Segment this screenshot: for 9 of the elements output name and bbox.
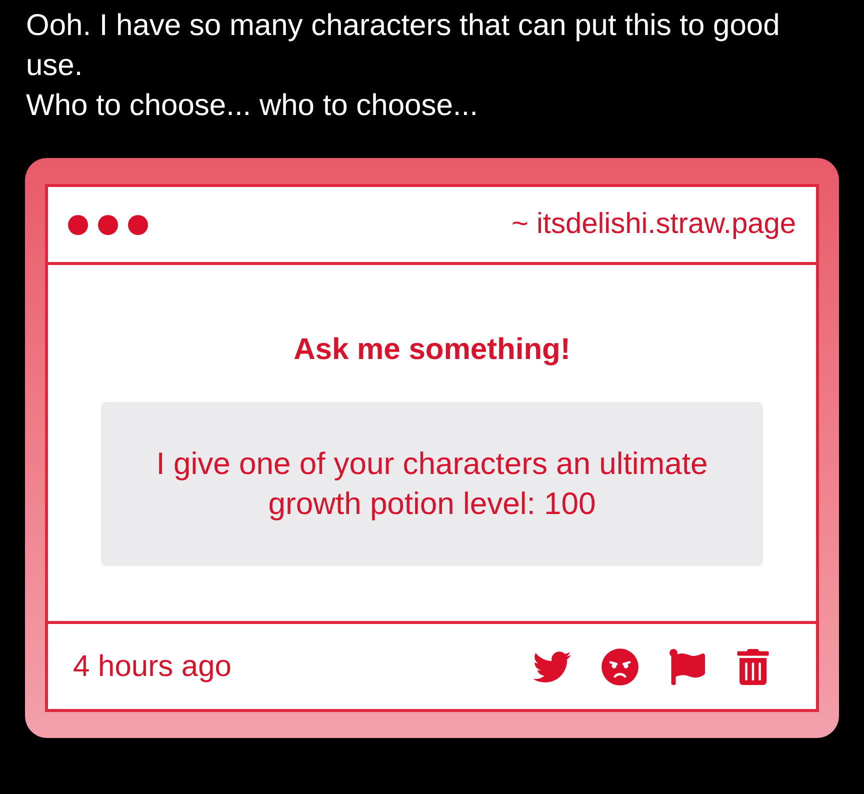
angry-face-icon[interactable] — [601, 648, 639, 686]
question-box: I give one of your characters an ultimate growth potion level: 100 — [101, 402, 763, 566]
card-heading: Ask me something! — [294, 332, 570, 368]
post-text: Who to choose... who to choose... — [26, 88, 479, 124]
timestamp: 4 hours ago — [73, 649, 232, 685]
trash-icon[interactable] — [735, 648, 771, 684]
flag-icon[interactable] — [669, 648, 705, 684]
page-url: ~ itsdelishi.straw.page — [511, 206, 796, 242]
post-text: Ooh. I have so many characters that can put this to good use. — [26, 8, 781, 84]
